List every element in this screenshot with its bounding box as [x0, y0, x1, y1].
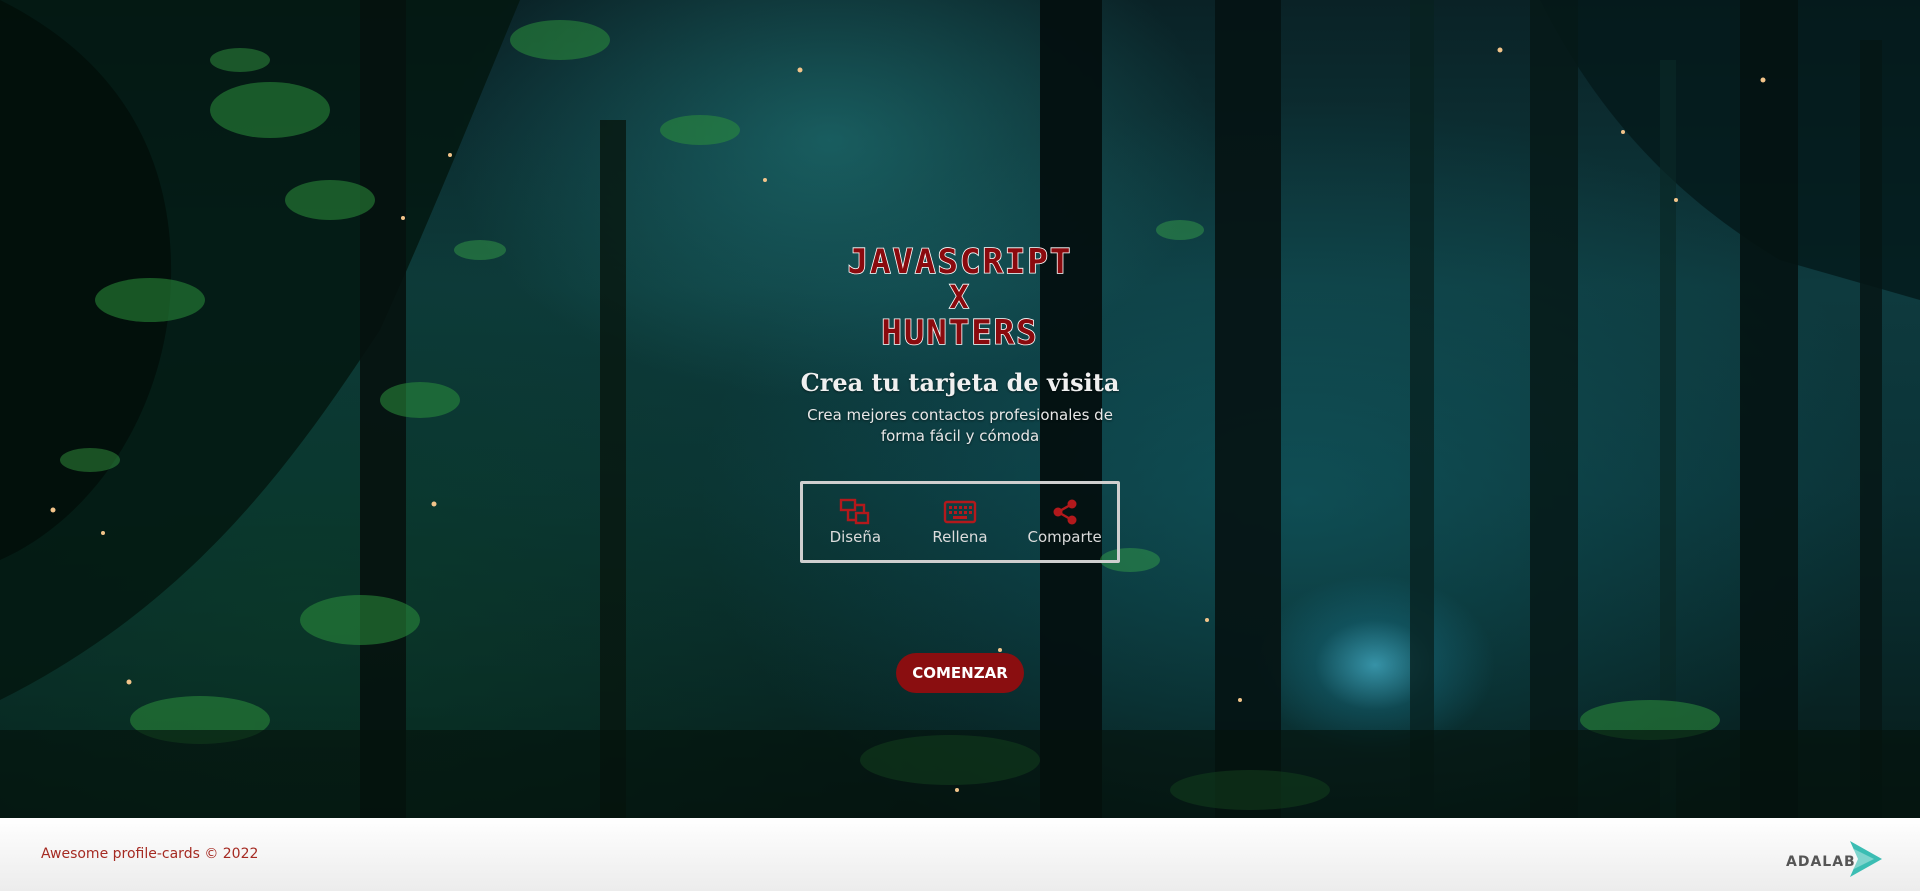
keyboard-icon: [943, 500, 977, 524]
footer: Awesome profile-cards © 2022 ADALAB: [0, 818, 1920, 891]
share-icon: [1053, 499, 1077, 525]
page-subtitle: Crea mejores contactos profesionales de …: [807, 406, 1113, 445]
logo-line-2: X: [949, 278, 970, 316]
design-icon: [840, 498, 870, 525]
hero-section: JAVASCRIPT X HUNTERS Crea tu tarjeta de …: [0, 0, 1920, 818]
page-title: Crea tu tarjeta de visita: [800, 368, 1120, 397]
steps-box: Diseña Rellena Comparte: [800, 481, 1120, 563]
adalab-logo[interactable]: ADALAB: [1784, 839, 1884, 877]
logo-line-3: HUNTERS: [881, 313, 1038, 350]
step-design: Diseña: [810, 498, 900, 546]
landing-page: JAVASCRIPT X HUNTERS Crea tu tarjeta de …: [0, 0, 1920, 891]
step-fill-label: Rellena: [932, 528, 988, 546]
step-design-label: Diseña: [829, 528, 882, 546]
hero-content: JAVASCRIPT X HUNTERS Crea tu tarjeta de …: [0, 240, 1920, 693]
step-share: Comparte: [1020, 498, 1110, 546]
logo-line-1: JAVASCRIPT: [848, 242, 1073, 282]
footer-copyright: Awesome profile-cards © 2022: [41, 846, 259, 862]
step-fill: Rellena: [915, 498, 1005, 546]
start-button[interactable]: COMENZAR: [896, 653, 1024, 693]
step-share-label: Comparte: [1027, 528, 1102, 546]
adalab-logo-text: ADALAB: [1786, 854, 1856, 870]
javascript-hunters-logo: JAVASCRIPT X HUNTERS: [847, 241, 1073, 350]
